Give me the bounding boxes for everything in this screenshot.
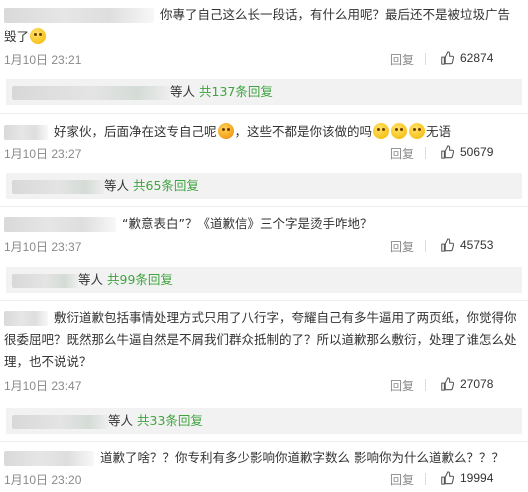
comment-text: 你專了自己这么长一段话，有什么用呢？最后还不是被垃圾广告毁了 (4, 7, 511, 44)
thumbs-up-icon[interactable] (440, 377, 454, 391)
comment-text: “歉意表白”？《道歉信》三个字是烫手咋地？ (4, 213, 520, 235)
sub-replies[interactable]: 等人 共99条回复 (6, 267, 522, 293)
reply-button[interactable]: 回复 (390, 51, 414, 68)
divider (425, 379, 426, 391)
comment-date: 1月10日 23:20 (4, 473, 82, 487)
divider (425, 473, 426, 485)
divider (0, 113, 528, 114)
sub-suffix: 等人 (78, 272, 104, 287)
reply-names-blurred (12, 179, 104, 194)
question-emoji-icon (373, 123, 390, 139)
reply-names-blurred (12, 273, 78, 288)
comment-meta: 1月10日 23:47 回复 27078 (4, 377, 522, 395)
comment-text: 好家伙，后面净在这专自己呢 ，这些不都是你该做的吗 无语 (4, 121, 520, 143)
divider (425, 240, 426, 252)
reply-names-blurred (12, 414, 108, 429)
divider (425, 147, 426, 159)
like-count: 50679 (460, 145, 494, 159)
scream-emoji-icon (217, 123, 234, 139)
like-count: 27078 (460, 377, 494, 391)
reply-button[interactable]: 回复 (390, 238, 414, 255)
like-count: 45753 (460, 238, 494, 252)
comment-meta: 1月10日 23:37 回复 45753 (4, 238, 522, 256)
commenter-name-blurred[interactable] (4, 8, 154, 23)
sub-suffix: 等人 (104, 178, 130, 193)
reply-count-link[interactable]: 共137条回复 (199, 84, 273, 99)
thumbs-up-icon[interactable] (440, 51, 454, 65)
reply-count-link[interactable]: 共99条回复 (107, 272, 173, 287)
comment-date: 1月10日 23:21 (4, 53, 82, 67)
divider (425, 53, 426, 65)
comment-text: 道歉了啥？？你专利有多少影响你道歉字数么 影响你为什么道歉么？？？ (4, 447, 520, 469)
reply-names-blurred (12, 85, 170, 100)
reply-count-link[interactable]: 共33条回复 (137, 413, 203, 428)
sub-replies[interactable]: 等人 共65条回复 (6, 173, 522, 199)
comment-text: 敷衍道歉包括事情处理方式只用了八行字，夸耀自己有多牛逼用了两页纸，你觉得你很委屈… (4, 310, 517, 369)
thumbs-up-icon[interactable] (440, 471, 454, 485)
commenter-name-blurred[interactable] (4, 217, 116, 232)
commenter-name-blurred[interactable] (4, 125, 48, 140)
divider (0, 300, 528, 301)
grin-emoji-icon (30, 28, 47, 44)
reply-button[interactable]: 回复 (390, 145, 414, 162)
reply-button[interactable]: 回复 (390, 471, 414, 488)
sub-suffix: 等人 (170, 84, 196, 99)
like-count: 62874 (460, 51, 494, 65)
commenter-name-blurred[interactable] (4, 311, 48, 326)
divider (0, 206, 528, 207)
reply-button[interactable]: 回复 (390, 377, 414, 394)
comment-meta: 1月10日 23:21 回复 62874 (4, 51, 522, 69)
like-count: 19994 (460, 471, 494, 485)
comment-meta: 1月10日 23:20 回复 19994 (4, 471, 522, 489)
reply-count-link[interactable]: 共65条回复 (133, 178, 199, 193)
comment-meta: 1月10日 23:27 回复 50679 (4, 145, 522, 163)
sub-replies[interactable]: 等人 共33条回复 (6, 408, 522, 434)
question-emoji-icon (409, 123, 426, 139)
comment-date: 1月10日 23:27 (4, 147, 82, 161)
comment-date: 1月10日 23:47 (4, 379, 82, 393)
commenter-name-blurred[interactable] (4, 451, 94, 466)
thumbs-up-icon[interactable] (440, 145, 454, 159)
thumbs-up-icon[interactable] (440, 238, 454, 252)
question-emoji-icon (391, 123, 408, 139)
sub-replies[interactable]: 等人 共137条回复 (6, 79, 522, 105)
divider (0, 441, 528, 442)
comment-date: 1月10日 23:37 (4, 240, 82, 254)
sub-suffix: 等人 (108, 413, 134, 428)
